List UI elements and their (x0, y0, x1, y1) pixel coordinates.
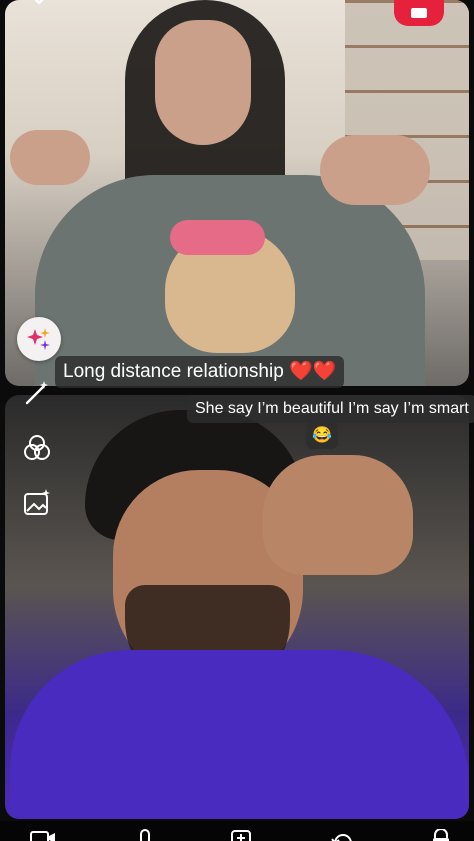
action-icon (411, 8, 427, 18)
purple-shirt (10, 650, 469, 819)
sparkles-icon (27, 328, 50, 350)
raised-hand (263, 455, 413, 575)
image-sparkle-icon[interactable] (22, 488, 52, 518)
sparkles-button[interactable] (17, 317, 61, 361)
hearts-emoji: ❤️❤️ (289, 361, 337, 382)
lock-icon[interactable] (428, 829, 454, 841)
caption-beautiful-smart: She say I’m beautiful I’m say I’m smart (187, 395, 474, 423)
magic-wand-icon[interactable] (22, 378, 52, 408)
cat-bow (170, 220, 265, 255)
chevron-down-icon[interactable] (28, 0, 50, 10)
left-hand (10, 130, 90, 185)
red-action-button[interactable] (394, 0, 444, 26)
add-media-icon[interactable] (230, 829, 256, 841)
right-hand (320, 135, 430, 205)
top-video-panel (5, 0, 469, 386)
caption-text: She say I’m beautiful I’m say I’m smart (195, 400, 469, 417)
caption-long-distance: Long distance relationship ❤️❤️ (55, 356, 345, 388)
camera-icon[interactable] (30, 829, 56, 841)
bottom-video-panel (5, 395, 469, 819)
laughing-emoji: 😂 (312, 427, 332, 444)
mic-icon[interactable] (132, 829, 158, 841)
rotate-icon[interactable] (330, 829, 356, 841)
person-face (155, 20, 251, 145)
caption-emoji: 😂 (306, 422, 338, 449)
overlapping-circles-icon[interactable] (22, 433, 52, 463)
caption-text: Long distance relationship (63, 361, 284, 382)
